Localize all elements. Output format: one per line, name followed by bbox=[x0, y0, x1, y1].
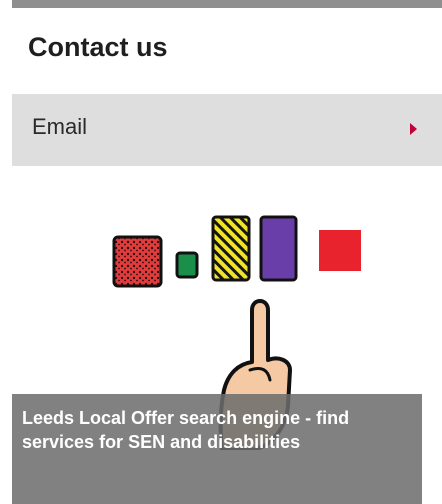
colour-blocks-icon bbox=[112, 215, 361, 288]
email-label: Email bbox=[32, 114, 88, 139]
email-link[interactable]: Email bbox=[12, 94, 442, 166]
promo-caption: Leeds Local Offer search engine - find s… bbox=[12, 394, 422, 504]
contact-heading: Contact us bbox=[28, 32, 168, 62]
top-divider bbox=[12, 0, 442, 8]
chevron-right-icon bbox=[410, 123, 417, 135]
local-offer-banner[interactable]: Leeds Local Offer search engine - find s… bbox=[12, 166, 442, 504]
